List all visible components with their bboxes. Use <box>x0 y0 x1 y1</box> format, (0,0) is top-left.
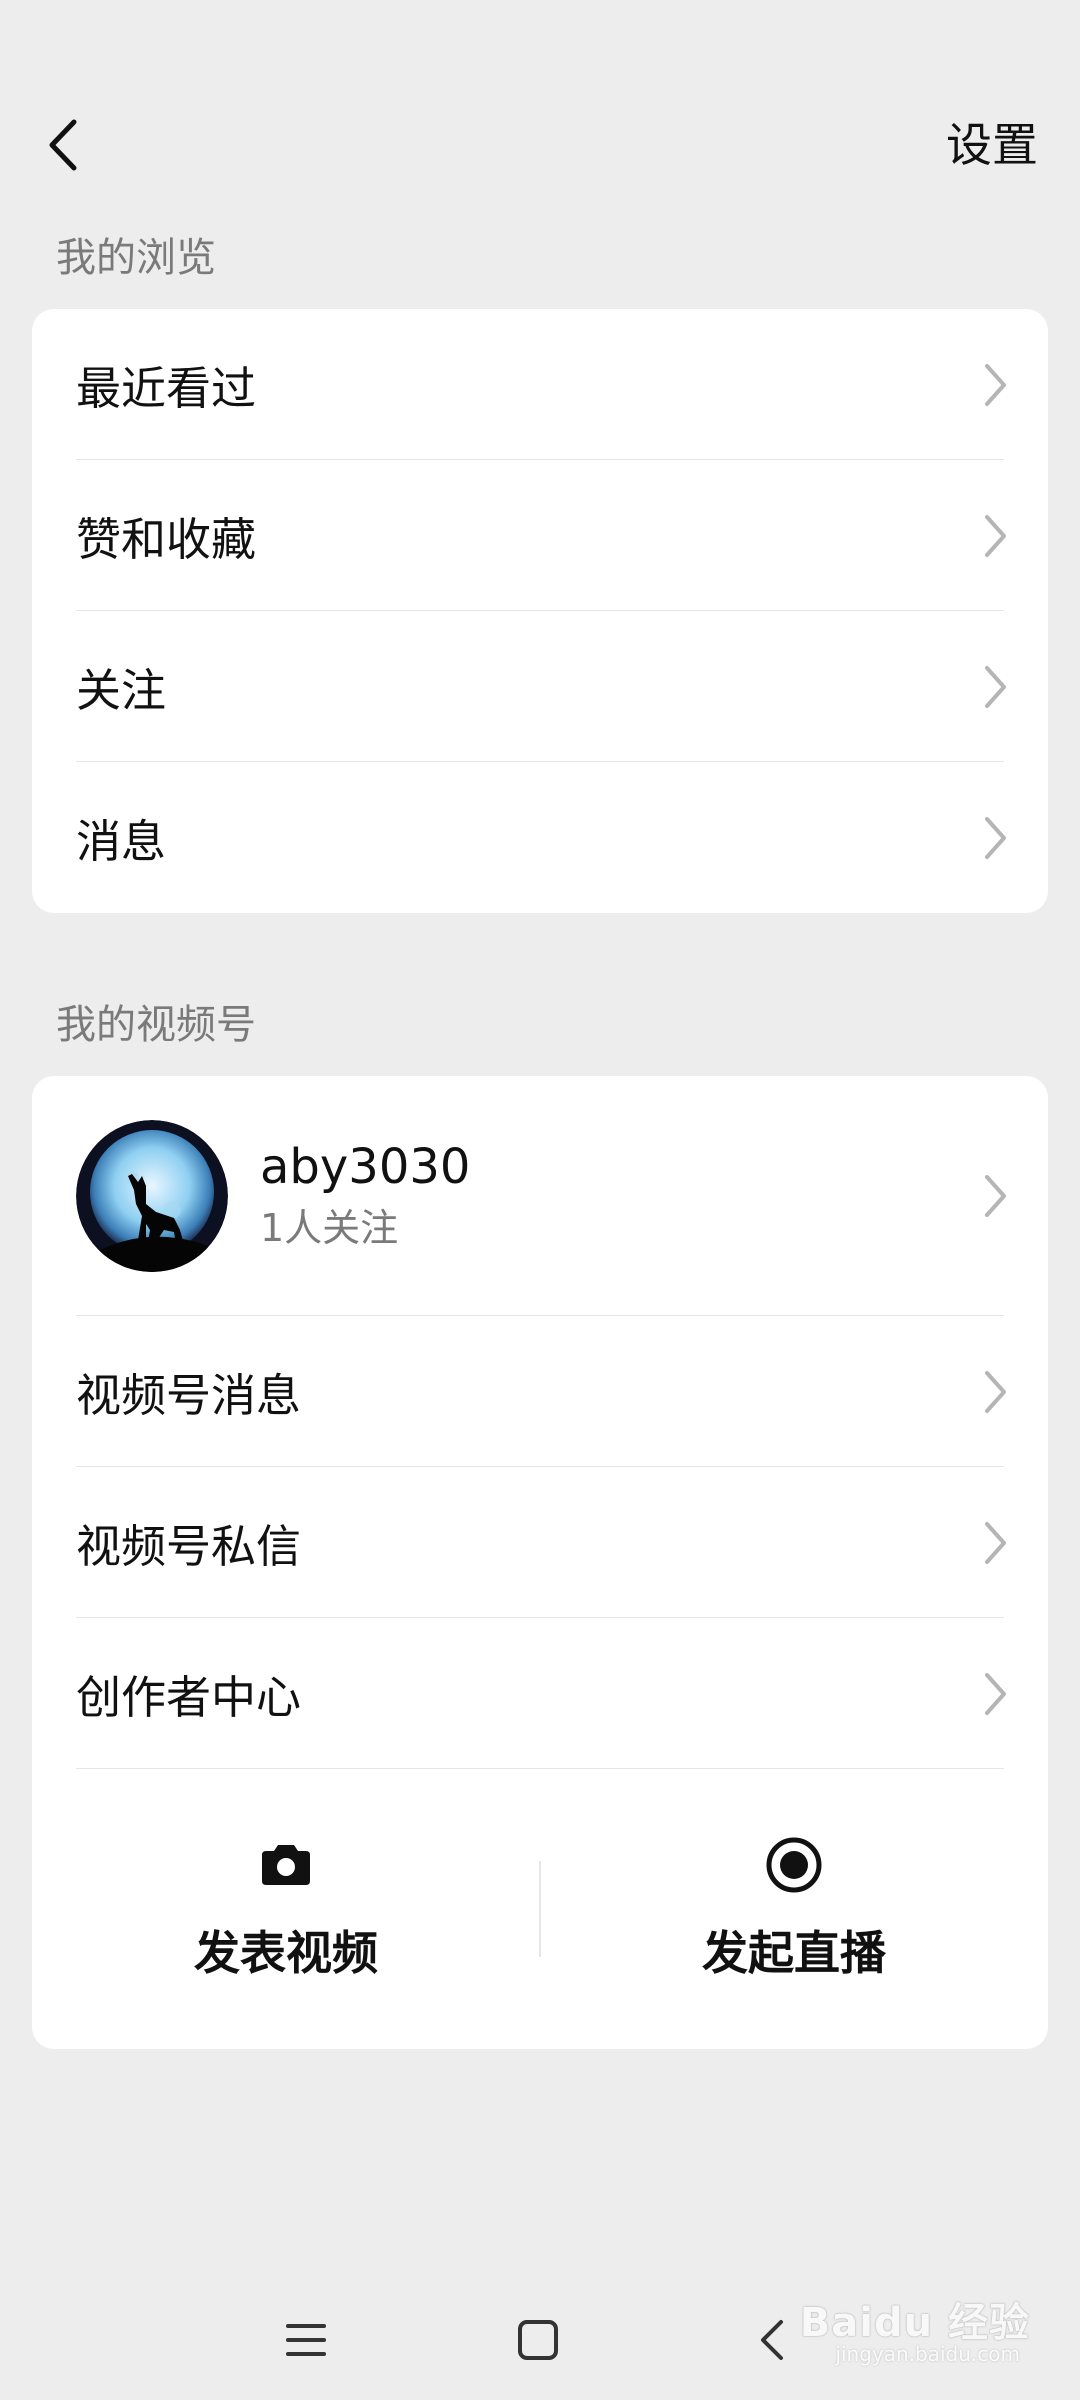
menu-button[interactable] <box>276 2310 336 2370</box>
channels-card: aby3030 1人关注 视频号消息 视频号私信 创作者中心 发表视频 发起直播 <box>32 1076 1048 2049</box>
chevron-right-icon <box>985 514 1006 557</box>
divider <box>539 1861 541 1957</box>
action-label: 发表视频 <box>194 1926 378 1980</box>
chevron-right-icon <box>985 665 1006 708</box>
chevron-right-icon <box>985 1672 1006 1715</box>
avatar <box>76 1120 228 1272</box>
row-label: 关注 <box>76 664 167 717</box>
camera-icon <box>262 1845 310 1885</box>
row-label: 视频号消息 <box>76 1369 302 1422</box>
home-button[interactable] <box>508 2310 568 2370</box>
row-label: 视频号私信 <box>76 1520 302 1573</box>
chevron-right-icon <box>985 1521 1006 1564</box>
row-messages[interactable]: 消息 <box>32 762 1048 913</box>
settings-button[interactable]: 设置 <box>946 112 1038 178</box>
row-channel-private-messages[interactable]: 视频号私信 <box>32 1467 1048 1618</box>
row-label: 赞和收藏 <box>76 513 257 566</box>
live-record-icon <box>766 1837 822 1893</box>
channel-actions: 发表视频 发起直播 <box>32 1769 1048 2049</box>
chevron-left-icon <box>49 119 77 171</box>
profile-info: aby3030 1人关注 <box>260 1137 470 1255</box>
section-title-channels: 我的视频号 <box>56 1002 256 1048</box>
row-recently-viewed[interactable]: 最近看过 <box>32 309 1048 460</box>
action-label: 发起直播 <box>702 1926 886 1980</box>
home-square-icon <box>518 2320 558 2360</box>
watermark-url: jingyan.baidu.com <box>835 2342 1020 2366</box>
back-button[interactable] <box>28 110 98 180</box>
row-creator-center[interactable]: 创作者中心 <box>32 1618 1048 1769</box>
start-live-button[interactable]: 发起直播 <box>540 1769 1048 2049</box>
back-triangle-icon <box>761 2320 783 2360</box>
chevron-right-icon <box>985 1370 1006 1413</box>
menu-icon <box>286 2324 326 2356</box>
chevron-right-icon <box>985 816 1006 859</box>
wechat-me-browse-page: 设置 我的浏览 最近看过 赞和收藏 关注 消息 我的视频号 aby3030 1人… <box>0 0 1080 2400</box>
row-likes-favorites[interactable]: 赞和收藏 <box>32 460 1048 611</box>
row-channel-messages[interactable]: 视频号消息 <box>32 1316 1048 1467</box>
watermark-logo: Baidu 经验 <box>799 2300 1030 2346</box>
follower-count: 1人关注 <box>260 1206 399 1250</box>
channel-profile-row[interactable]: aby3030 1人关注 <box>32 1076 1048 1316</box>
system-back-button[interactable] <box>742 2310 802 2370</box>
row-label: 消息 <box>76 815 167 868</box>
section-title-browse: 我的浏览 <box>56 235 216 281</box>
row-following[interactable]: 关注 <box>32 611 1048 762</box>
chevron-right-icon <box>985 1175 1006 1217</box>
post-video-button[interactable]: 发表视频 <box>32 1769 540 2049</box>
wolf-moon-avatar-image <box>76 1120 228 1272</box>
chevron-right-icon <box>985 363 1006 406</box>
row-label: 最近看过 <box>76 362 257 415</box>
browse-card: 最近看过 赞和收藏 关注 消息 <box>32 309 1048 913</box>
row-label: 创作者中心 <box>76 1671 302 1724</box>
channel-name: aby3030 <box>260 1139 471 1195</box>
